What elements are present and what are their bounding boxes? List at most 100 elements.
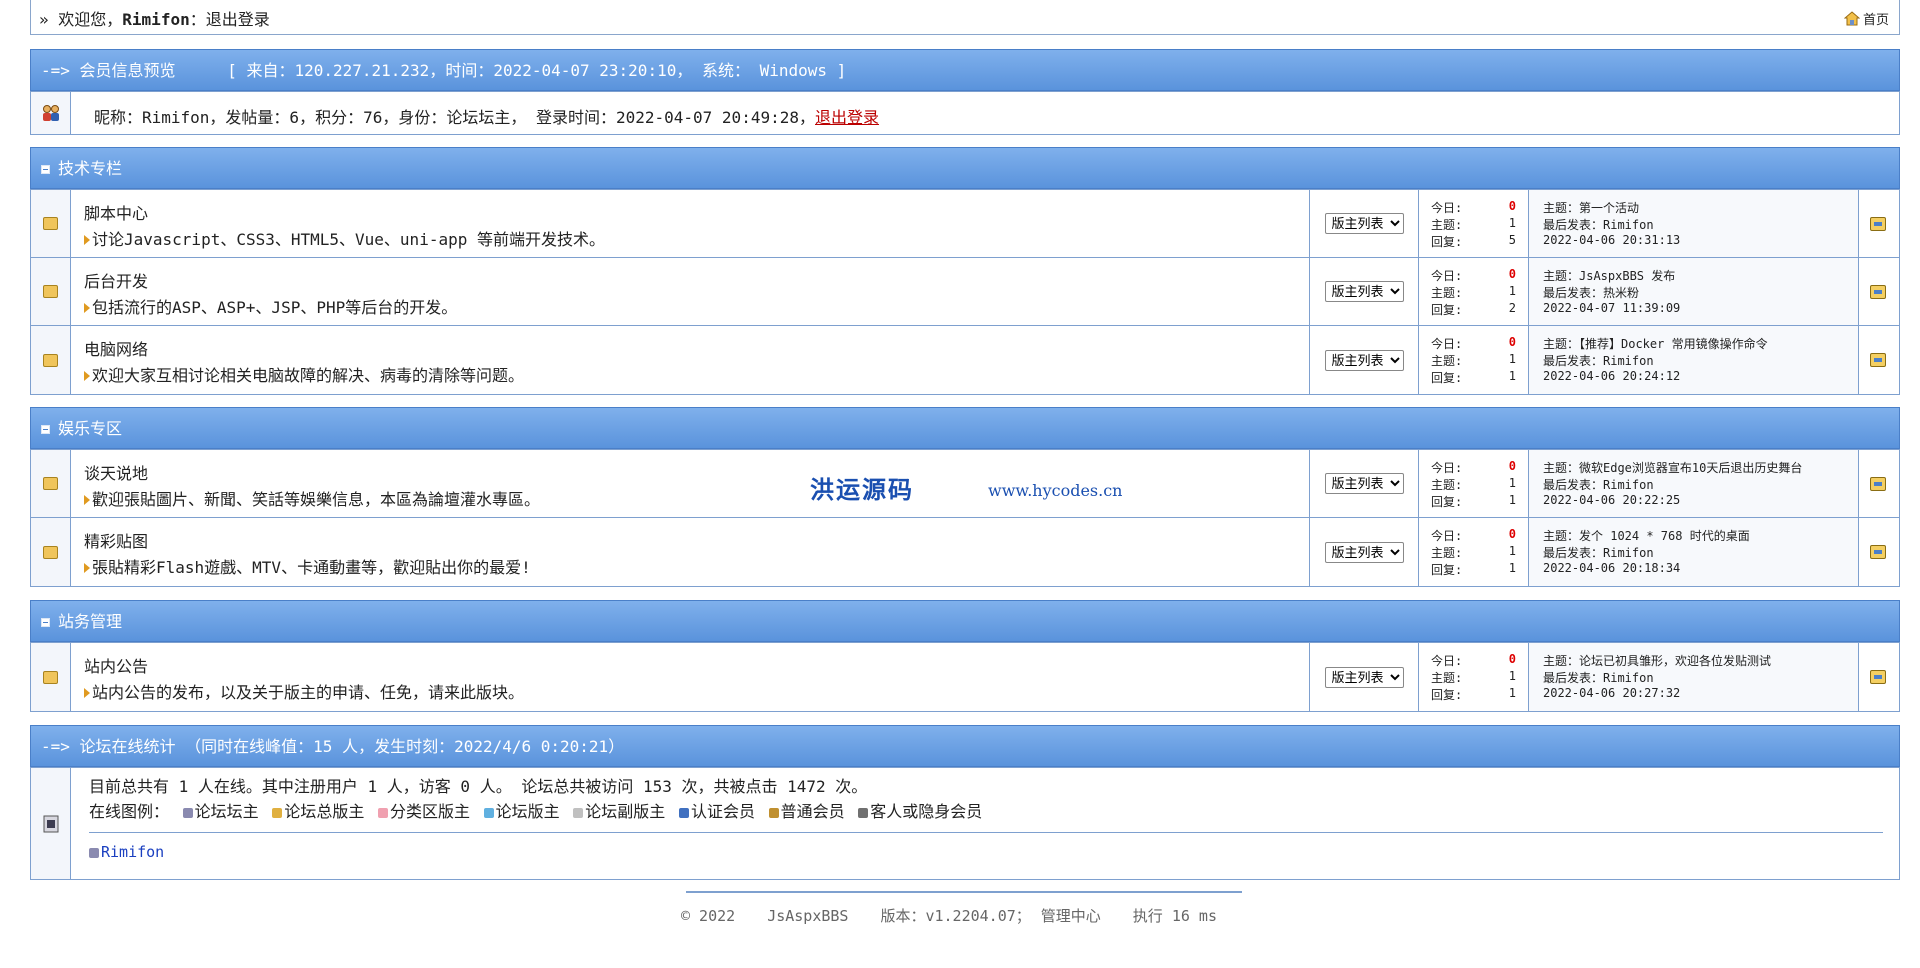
stat-value: 1 — [1508, 216, 1516, 230]
forum-name[interactable]: 谈天说地 — [84, 460, 148, 484]
collapse-icon[interactable] — [41, 425, 50, 434]
stat-value: 5 — [1508, 233, 1516, 247]
stat-replies: 回复: 1 — [1419, 561, 1528, 578]
goto-last-post-icon[interactable] — [1870, 670, 1886, 684]
last-post-topic[interactable]: 主题：微软Edge浏览器宣布10天后退出历史舞台 — [1543, 459, 1858, 476]
forum-desc-text: 欢迎大家互相讨论相关电脑故障的解决、病毒的清除等问题。 — [92, 366, 525, 385]
arrow-icon — [84, 563, 90, 573]
category-header[interactable]: 站务管理 — [30, 600, 1900, 642]
goto-last-post-icon[interactable] — [1870, 353, 1886, 367]
welcome-sep: ： — [189, 10, 206, 29]
forum-list: 站内公告 站内公告的发布，以及关于版主的申请、任免，请来此版块。 版主列表 今日… — [30, 642, 1900, 712]
stat-cell: 今日: 0 主题: 1 回复: 1 — [1419, 518, 1529, 586]
last-post-author: 最后发表：Rimifon — [1543, 218, 1654, 232]
online-summary: 目前总共有 1 人在线。其中注册用户 1 人，访客 0 人。 论坛总共被访问 1… — [89, 777, 868, 796]
last-post-time: 2022-04-06 20:27:32 — [1543, 686, 1681, 700]
last-post-topic[interactable]: 主题：发个 1024 * 768 时代的桌面 — [1543, 527, 1858, 544]
stat-today: 今日: 0 — [1419, 335, 1528, 352]
last-post-topic[interactable]: 主题：论坛已初具雏形，欢迎各位发贴测试 — [1543, 652, 1858, 669]
stat-label: 主题: — [1431, 478, 1463, 492]
moderator-select[interactable]: 版主列表 — [1324, 281, 1404, 302]
watermark-url[interactable]: www.hycodes.cn — [988, 481, 1122, 500]
forum-owner-icon — [89, 848, 99, 858]
forum-name[interactable]: 电脑网络 — [84, 336, 148, 360]
super-moderator-icon — [272, 808, 283, 818]
stat-topics: 主题: 1 — [1419, 544, 1528, 561]
moderator-select[interactable]: 版主列表 — [1324, 473, 1404, 494]
top-bar: » 欢迎您，Rimifon：退出登录 首页 — [30, 0, 1900, 35]
moderator-select[interactable]: 版主列表 — [1324, 213, 1404, 234]
collapse-icon[interactable] — [41, 165, 50, 174]
footer-app-name[interactable]: JsAspxBBS — [767, 907, 848, 925]
moderator-select[interactable]: 版主列表 — [1324, 666, 1404, 688]
stat-label: 今日: — [1431, 337, 1463, 351]
stat-value: 1 — [1508, 493, 1516, 507]
goto-last-post-icon[interactable] — [1870, 284, 1886, 299]
forum-name[interactable]: 脚本中心 — [84, 200, 148, 224]
forum-row: 脚本中心 讨论Javascript、CSS3、HTML5、Vue、uni-app… — [31, 190, 1899, 258]
legend-item: 论坛总版主 — [268, 802, 364, 821]
category-title: 站务管理 — [58, 612, 123, 631]
home-label[interactable]: 首页 — [1863, 9, 1889, 28]
stat-value: 1 — [1508, 669, 1516, 683]
online-panel: -=> 论坛在线统计 （同时在线峰值：15 人，发生时刻：2022/4/6 0:… — [30, 725, 1900, 880]
legend-text: 认证会员 — [690, 802, 755, 821]
moderator-cell: 版主列表 — [1309, 190, 1419, 257]
stat-replies: 回复: 1 — [1419, 369, 1528, 386]
last-post-cell: 主题：论坛已初具雏形，欢迎各位发贴测试 最后发表：Rimifon 2022-04… — [1529, 643, 1859, 711]
last-post-author: 最后发表：热米粉 — [1543, 286, 1640, 300]
go-cell — [1857, 258, 1899, 325]
last-post-time: 2022-04-06 20:18:34 — [1543, 561, 1681, 575]
stat-value: 0 — [1508, 459, 1516, 473]
forum-list: 谈天说地 歡迎張貼圖片、新聞、笑話等娛樂信息，本區為論壇灌水專區。 版主列表 今… — [30, 449, 1900, 587]
last-post-cell: 主题：JsAspxBBS 发布 最后发表：热米粉 2022-04-07 11:3… — [1529, 258, 1859, 325]
home-link[interactable]: 首页 — [1843, 9, 1889, 28]
folder-icon — [43, 670, 58, 684]
category-tech: 技术专栏 脚本中心 讨论Javascript、CSS3、HTML5、Vue、un… — [30, 147, 1900, 395]
member-logout-link[interactable]: 退出登录 — [815, 108, 879, 127]
forum-desc: 張貼精彩Flash遊戲、MTV、卡通動畫等，歡迎貼出你的最爱! — [84, 554, 531, 578]
forum-icon-cell — [31, 450, 71, 517]
legend-label: 在线图例： — [89, 802, 170, 821]
last-post-topic[interactable]: 主题：第一个活动 — [1543, 199, 1858, 216]
forum-name[interactable]: 站内公告 — [84, 653, 148, 677]
goto-last-post-icon[interactable] — [1870, 545, 1886, 559]
stat-label: 主题: — [1431, 354, 1463, 368]
online-username[interactable]: Rimifon — [101, 843, 164, 861]
forum-name[interactable]: 精彩贴图 — [84, 528, 148, 552]
last-post-topic[interactable]: 主题：【推荐】Docker 常用镜像操作命令 — [1543, 335, 1858, 352]
online-box: 目前总共有 1 人在线。其中注册用户 1 人，访客 0 人。 论坛总共被访问 1… — [30, 767, 1900, 880]
member-info-box: 昵称：Rimifon，发帖量：6，积分：76，身份：论坛坛主， 登录时间：202… — [30, 91, 1900, 135]
collapse-icon[interactable] — [41, 618, 50, 627]
last-post-topic[interactable]: 主题：JsAspxBBS 发布 — [1543, 267, 1858, 284]
category-site-admin: 站务管理 站内公告 站内公告的发布，以及关于版主的申请、任免，请来此版块。 版主… — [30, 600, 1900, 712]
forum-desc: 讨论Javascript、CSS3、HTML5、Vue、uni-app 等前端开… — [84, 226, 605, 250]
member-panel: -=> 会员信息预览 [ 来自：120.227.21.232，时间：2022-0… — [30, 49, 1900, 135]
online-icon-cell — [31, 768, 71, 879]
stat-label: 回复: — [1431, 563, 1463, 577]
stat-label: 今日: — [1431, 654, 1463, 668]
forum-name[interactable]: 后台开发 — [84, 268, 148, 292]
category-header[interactable]: 娱乐专区 — [30, 407, 1900, 449]
category-header[interactable]: 技术专栏 — [30, 147, 1900, 189]
arrow-icon — [84, 495, 90, 505]
top-logout-link[interactable]: 退出登录 — [206, 10, 270, 29]
stat-label: 今日: — [1431, 201, 1463, 215]
footer-admin-link[interactable]: 管理中心 — [1041, 907, 1101, 925]
member-header-info: [ 来自：120.227.21.232，时间：2022-04-07 23:20:… — [227, 61, 847, 80]
stat-label: 主题: — [1431, 546, 1463, 560]
welcome-username[interactable]: Rimifon — [122, 10, 189, 29]
online-user[interactable]: Rimifon — [89, 843, 164, 861]
go-cell — [1857, 643, 1899, 711]
folder-icon — [43, 353, 58, 367]
goto-last-post-icon[interactable] — [1870, 216, 1886, 231]
online-header-text: -=> 论坛在线统计 （同时在线峰值：15 人，发生时刻：2022/4/6 0:… — [41, 737, 625, 756]
forum-desc-text: 張貼精彩Flash遊戲、MTV、卡通動畫等，歡迎貼出你的最爱! — [92, 558, 531, 577]
stat-value: 1 — [1508, 284, 1516, 298]
moderator-select[interactable]: 版主列表 — [1324, 349, 1404, 371]
moderator-select[interactable]: 版主列表 — [1324, 541, 1404, 563]
folder-icon — [43, 217, 58, 230]
stat-today: 今日: 0 — [1419, 459, 1528, 476]
goto-last-post-icon[interactable] — [1870, 476, 1886, 491]
stat-value: 1 — [1508, 369, 1516, 383]
